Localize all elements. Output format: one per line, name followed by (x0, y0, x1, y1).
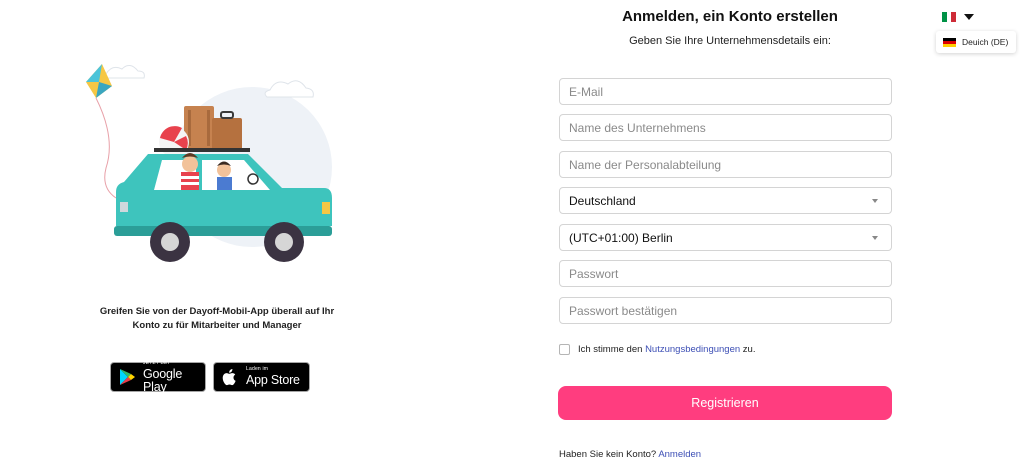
car-trip-illustration (86, 64, 332, 262)
terms-suffix: zu. (742, 344, 756, 355)
no-account-text: Haben Sie kein Konto? (559, 449, 657, 460)
hr-department-field[interactable] (559, 151, 892, 178)
timezone-select-value: (UTC+01:00) Berlin (569, 230, 673, 245)
chevron-down-icon (872, 235, 878, 240)
google-play-label: Google Play (143, 367, 183, 394)
apple-icon (222, 369, 236, 386)
password-field[interactable] (559, 260, 892, 287)
login-link[interactable]: Anmelden (658, 449, 701, 460)
caret-down-icon (964, 14, 974, 20)
language-option-label: Deuich (DE) (962, 37, 1009, 47)
app-store-label: App Store (246, 373, 300, 388)
company-name-field[interactable] (559, 114, 892, 141)
chevron-down-icon (872, 198, 878, 203)
app-store-badge[interactable]: Laden im App Store (213, 362, 310, 392)
app-promo-text: Greifen Sie von der Dayoff-Mobil-App übe… (99, 306, 335, 331)
google-play-small-text: JETZT BEI (143, 360, 170, 366)
email-field[interactable] (559, 78, 892, 105)
login-prompt: Haben Sie kein Konto? Anmelden (559, 449, 701, 460)
terms-agreement: Ich stimme den Nutzungsbedingungen zu. (559, 344, 755, 355)
terms-checkbox[interactable] (559, 344, 570, 355)
page-title: Anmelden, ein Konto erstellen (622, 8, 838, 25)
country-select-value: Deutschland (569, 193, 636, 208)
terms-prefix: Ich stimme den (578, 344, 643, 355)
germany-flag-icon (943, 37, 956, 47)
page-subtitle: Geben Sie Ihre Unternehmensdetails ein: (629, 35, 831, 47)
password-confirm-field[interactable] (559, 297, 892, 324)
language-selector[interactable] (942, 12, 974, 22)
google-play-badge[interactable]: JETZT BEI Google Play (110, 360, 206, 394)
app-store-small-text: Laden im (246, 366, 269, 373)
italy-flag-icon (942, 12, 957, 22)
terms-link[interactable]: Nutzungsbedingungen (645, 344, 740, 355)
country-select[interactable]: Deutschland (559, 187, 892, 214)
google-play-icon (120, 369, 135, 385)
timezone-select[interactable]: (UTC+01:00) Berlin (559, 224, 892, 251)
language-option-de[interactable]: Deuich (DE) (936, 31, 1016, 53)
register-button[interactable]: Registrieren (558, 386, 892, 420)
